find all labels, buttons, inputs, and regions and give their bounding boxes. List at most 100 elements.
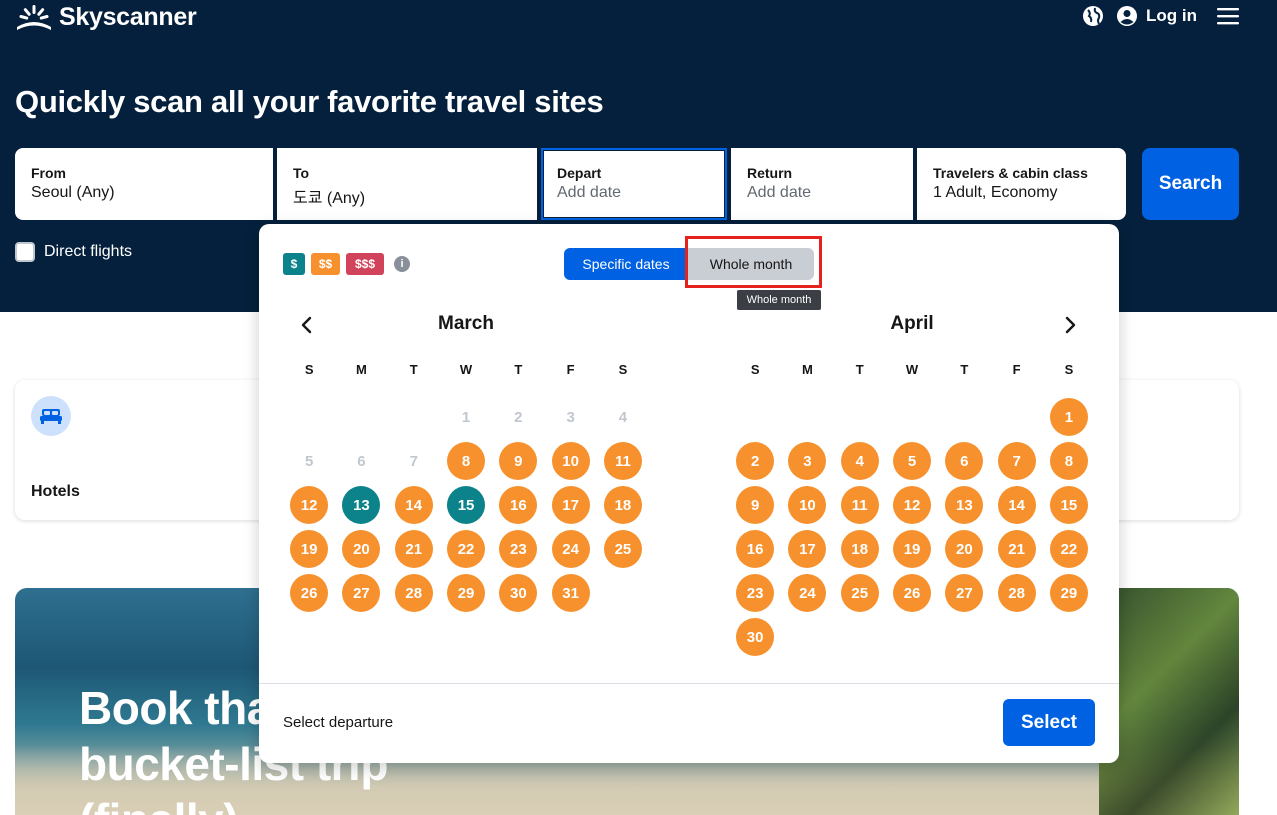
depart-field[interactable]: Depart Add date <box>541 148 727 220</box>
day-button-march-2: 2 <box>514 408 523 426</box>
search-button[interactable]: Search <box>1142 148 1239 220</box>
top-nav: Log in <box>1082 5 1239 27</box>
skyscanner-logo[interactable]: Skyscanner <box>15 3 197 32</box>
day-button-march-13[interactable]: 13 <box>342 486 381 524</box>
day-button-march-14[interactable]: 14 <box>394 486 433 524</box>
day-cell: 26 <box>283 574 335 618</box>
return-field[interactable]: Return Add date <box>731 148 913 220</box>
tab-specific-dates[interactable]: Specific dates <box>564 248 688 280</box>
day-cell: 16 <box>492 486 544 530</box>
day-button-april-6[interactable]: 6 <box>945 442 984 480</box>
day-button-march-19[interactable]: 19 <box>290 530 329 568</box>
day-button-april-29[interactable]: 29 <box>1049 574 1088 612</box>
day-cell: 3 <box>781 442 833 486</box>
day-button-march-10[interactable]: 10 <box>551 442 590 480</box>
day-button-april-10[interactable]: 10 <box>788 486 827 524</box>
day-button-april-27[interactable]: 27 <box>945 574 984 612</box>
day-button-april-1[interactable]: 1 <box>1049 398 1088 436</box>
palm-leaves <box>1099 588 1239 815</box>
day-button-march-25[interactable]: 25 <box>603 530 642 568</box>
day-button-march-30[interactable]: 30 <box>499 574 538 612</box>
to-field[interactable]: To 도쿄 (Any) <box>277 148 537 220</box>
day-button-april-16[interactable]: 16 <box>736 530 775 568</box>
day-button-april-30[interactable]: 30 <box>736 618 775 656</box>
weekday-label: M <box>802 362 813 377</box>
day-button-april-13[interactable]: 13 <box>945 486 984 524</box>
from-field[interactable]: From Seoul (Any) <box>15 148 273 220</box>
weekday-label: T <box>855 362 864 377</box>
day-button-march-4: 4 <box>618 408 628 426</box>
day-button-march-17[interactable]: 17 <box>551 486 590 524</box>
day-button-march-9[interactable]: 9 <box>499 442 538 480</box>
day-button-april-22[interactable]: 22 <box>1049 530 1088 568</box>
login-button[interactable]: Log in <box>1116 5 1197 27</box>
day-button-march-23[interactable]: 23 <box>499 530 538 568</box>
day-button-april-15[interactable]: 15 <box>1049 486 1088 524</box>
hamburger-menu-icon[interactable] <box>1217 7 1239 25</box>
day-button-april-19[interactable]: 19 <box>893 530 932 568</box>
day-cell: 1 <box>440 398 492 442</box>
travelers-field[interactable]: Travelers & cabin class 1 Adult, Economy <box>917 148 1126 220</box>
day-button-april-20[interactable]: 20 <box>945 530 984 568</box>
day-button-april-11[interactable]: 11 <box>840 486 879 524</box>
day-button-april-9[interactable]: 9 <box>736 486 775 524</box>
brand-name: Skyscanner <box>59 3 197 31</box>
direct-flights-option[interactable]: Direct flights <box>15 242 132 262</box>
day-button-march-27[interactable]: 27 <box>342 574 381 612</box>
day-button-april-24[interactable]: 24 <box>788 574 827 612</box>
day-button-march-12[interactable]: 12 <box>290 486 329 524</box>
select-button[interactable]: Select <box>1003 699 1095 746</box>
day-button-march-8[interactable]: 8 <box>447 442 486 480</box>
weekday-header: SMTWTFS <box>283 362 649 392</box>
day-button-april-3[interactable]: 3 <box>788 442 827 480</box>
day-button-march-29[interactable]: 29 <box>447 574 486 612</box>
day-button-march-11[interactable]: 11 <box>603 442 642 480</box>
day-button-april-17[interactable]: 17 <box>788 530 827 568</box>
return-label: Return <box>747 165 793 181</box>
day-cell: 30 <box>729 618 781 662</box>
day-button-march-22[interactable]: 22 <box>447 530 486 568</box>
direct-flights-checkbox[interactable] <box>15 242 35 262</box>
day-button-april-7[interactable]: 7 <box>997 442 1036 480</box>
day-button-march-28[interactable]: 28 <box>394 574 433 612</box>
globe-icon[interactable] <box>1082 5 1104 27</box>
day-button-april-12[interactable]: 12 <box>893 486 932 524</box>
day-button-march-15[interactable]: 15 <box>447 486 486 524</box>
day-button-april-28[interactable]: 28 <box>997 574 1036 612</box>
day-button-april-26[interactable]: 26 <box>893 574 932 612</box>
to-value: 도쿄 (Any) <box>293 190 366 207</box>
month-grid-april: SMTWTFS 1 2 3 4 5 6 7 8 9 10 11 12 13 14 15 16 17 18 19 20 2… <box>729 362 1095 662</box>
next-month-button[interactable] <box>1059 313 1083 337</box>
day-button-april-21[interactable]: 21 <box>997 530 1036 568</box>
day-button-march-18[interactable]: 18 <box>603 486 642 524</box>
empty-day-cell <box>283 398 335 442</box>
chevron-right-icon <box>1065 316 1076 334</box>
day-cell: 12 <box>283 486 335 530</box>
day-cell: 13 <box>938 486 990 530</box>
price-legend: $ $$ $$$ i <box>283 253 410 275</box>
day-cell: 14 <box>388 486 440 530</box>
day-button-april-2[interactable]: 2 <box>736 442 775 480</box>
prev-month-button[interactable] <box>294 313 318 337</box>
day-cell: 24 <box>544 530 596 574</box>
info-icon[interactable]: i <box>394 256 410 272</box>
day-button-march-21[interactable]: 21 <box>394 530 433 568</box>
day-button-march-31[interactable]: 31 <box>551 574 590 612</box>
day-cell: 29 <box>1043 574 1095 618</box>
day-button-april-25[interactable]: 25 <box>840 574 879 612</box>
day-button-april-4[interactable]: 4 <box>840 442 879 480</box>
day-button-march-24[interactable]: 24 <box>551 530 590 568</box>
day-button-april-5[interactable]: 5 <box>893 442 932 480</box>
day-button-april-14[interactable]: 14 <box>997 486 1036 524</box>
day-cell: 22 <box>1043 530 1095 574</box>
day-button-april-18[interactable]: 18 <box>840 530 879 568</box>
day-button-april-8[interactable]: 8 <box>1049 442 1088 480</box>
day-cell: 25 <box>834 574 886 618</box>
day-button-march-5: 5 <box>304 452 314 470</box>
day-button-march-20[interactable]: 20 <box>342 530 381 568</box>
travelers-value: 1 Adult, Economy <box>933 184 1058 201</box>
day-button-march-16[interactable]: 16 <box>499 486 538 524</box>
day-button-april-23[interactable]: 23 <box>736 574 775 612</box>
day-button-march-26[interactable]: 26 <box>290 574 329 612</box>
depart-label: Depart <box>557 165 602 181</box>
